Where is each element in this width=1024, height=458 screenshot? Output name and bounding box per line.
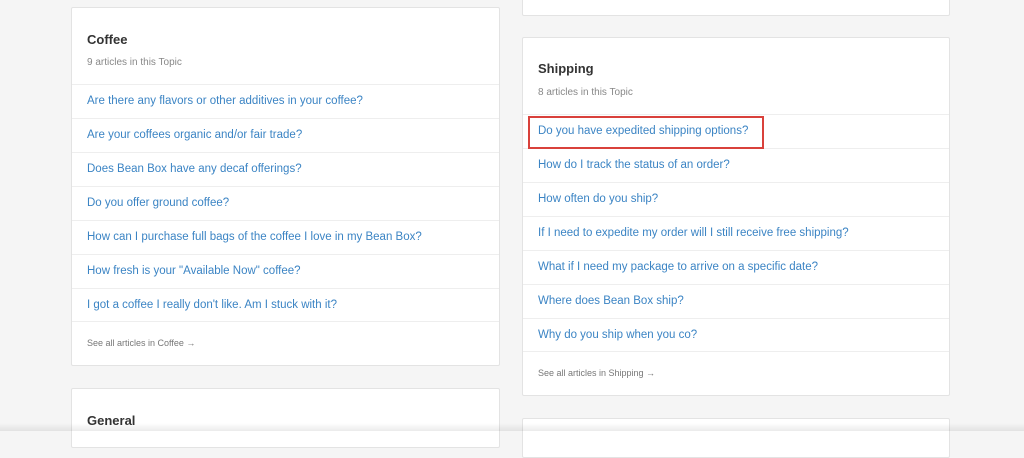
article-link[interactable]: Why do you ship when you co? bbox=[523, 318, 949, 352]
article-count: 8 articles in this Topic bbox=[538, 87, 633, 98]
article-list: Do you have expedited shipping options? … bbox=[523, 114, 949, 352]
topic-card-general: General bbox=[71, 388, 500, 448]
see-all-link[interactable]: See all articles in Coffee → bbox=[87, 338, 195, 348]
article-link[interactable]: How do I track the status of an order? bbox=[523, 148, 949, 182]
article-link[interactable]: Does Bean Box have any decaf offerings? bbox=[72, 152, 499, 186]
article-link[interactable]: What if I need my package to arrive on a… bbox=[523, 250, 949, 284]
article-link-label: Do you have expedited shipping options? bbox=[538, 125, 749, 137]
article-link[interactable]: How fresh is your "Available Now" coffee… bbox=[72, 254, 499, 288]
article-link[interactable]: If I need to expedite my order will I st… bbox=[523, 216, 949, 250]
article-link[interactable]: Do you have expedited shipping options? bbox=[523, 114, 949, 149]
topic-card-shipping: Shipping 8 articles in this Topic Do you… bbox=[522, 37, 950, 396]
previous-topic-card bbox=[522, 0, 950, 16]
topic-title[interactable]: Coffee bbox=[87, 32, 127, 47]
article-link[interactable]: Are there any flavors or other additives… bbox=[72, 84, 499, 118]
article-link[interactable]: How can I purchase full bags of the coff… bbox=[72, 220, 499, 254]
article-link[interactable]: Are your coffees organic and/or fair tra… bbox=[72, 118, 499, 152]
article-list: Are there any flavors or other additives… bbox=[72, 84, 499, 322]
topic-title[interactable]: Shipping bbox=[538, 61, 594, 76]
article-link[interactable]: I got a coffee I really don't like. Am I… bbox=[72, 288, 499, 322]
see-all-footer: See all articles in Coffee → bbox=[72, 321, 499, 367]
see-all-link[interactable]: See all articles in Shipping → bbox=[538, 368, 655, 378]
see-all-footer: See all articles in Shipping → bbox=[523, 351, 949, 397]
bottom-shade bbox=[0, 423, 1024, 431]
article-count: 9 articles in this Topic bbox=[87, 57, 182, 68]
article-link[interactable]: Where does Bean Box ship? bbox=[523, 284, 949, 318]
topic-card-coffee: Coffee 9 articles in this Topic Are ther… bbox=[71, 7, 500, 366]
article-link[interactable]: How often do you ship? bbox=[523, 182, 949, 216]
article-link[interactable]: Do you offer ground coffee? bbox=[72, 186, 499, 220]
